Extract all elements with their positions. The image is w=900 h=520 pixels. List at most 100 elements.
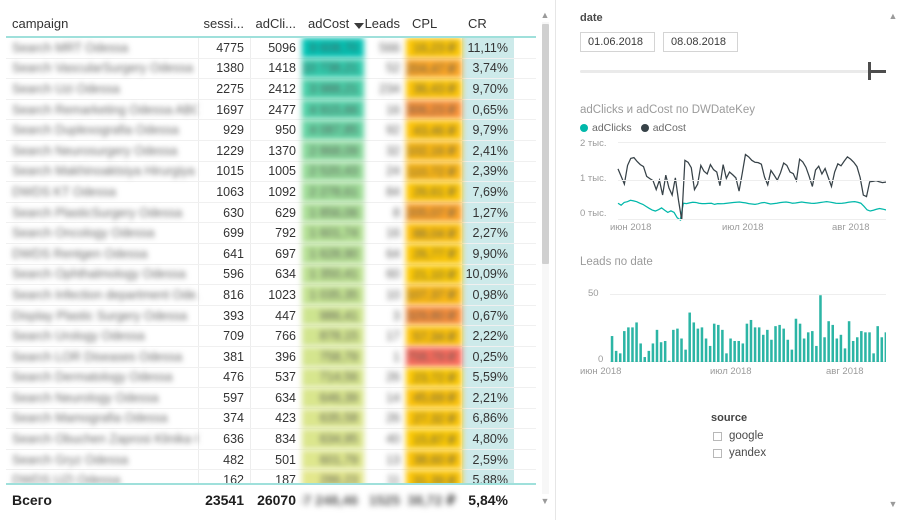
column-header-cr[interactable]: CR xyxy=(462,16,514,36)
bar[interactable] xyxy=(872,353,875,362)
bar[interactable] xyxy=(766,329,769,362)
bar[interactable] xyxy=(864,332,867,362)
bar[interactable] xyxy=(770,339,773,362)
bar[interactable] xyxy=(843,348,847,362)
table-row[interactable]: DWDS Rentgen Odessa 641 697 1 628,90 64 26,77… xyxy=(6,243,536,265)
legend-item-adclicks[interactable]: adClicks xyxy=(580,122,632,134)
date-slider-track[interactable] xyxy=(580,70,880,73)
bar[interactable] xyxy=(725,353,728,362)
bar[interactable] xyxy=(794,318,798,362)
bar[interactable] xyxy=(704,338,708,362)
bar[interactable] xyxy=(860,331,863,362)
table-row[interactable]: Search Obuchen Zaprosi Klinika O... 636 83… xyxy=(6,429,536,450)
bar[interactable] xyxy=(631,327,634,362)
table-row[interactable]: Search VascularSurgery Odessa 1380 1418 10 … xyxy=(6,58,536,80)
date-to-input[interactable]: 08.08.2018 xyxy=(663,32,738,52)
page-vertical-scrollbar[interactable]: ▲ ▼ xyxy=(886,0,900,520)
bar[interactable] xyxy=(880,337,884,362)
checkbox-icon-google[interactable] xyxy=(713,431,722,441)
bar[interactable] xyxy=(790,349,794,362)
bar[interactable] xyxy=(667,360,671,362)
table-row[interactable]: Search Urology Odessa 709 766 878,15 17 57,34… xyxy=(6,326,536,347)
bar[interactable] xyxy=(672,329,675,362)
bar[interactable] xyxy=(680,338,683,362)
source-option-google[interactable]: google xyxy=(713,430,764,442)
bar[interactable] xyxy=(876,326,879,362)
bar[interactable] xyxy=(639,343,642,362)
bar[interactable] xyxy=(627,327,630,362)
bar[interactable] xyxy=(753,327,757,362)
bar[interactable] xyxy=(737,340,740,362)
table-vertical-scrollbar[interactable]: ▲ ▼ xyxy=(539,8,551,508)
bar[interactable] xyxy=(663,340,667,362)
bar[interactable] xyxy=(659,342,663,362)
table-row[interactable]: DWDS UZI Odessa 162 187 286,23 11 31,39 ₽5,88… xyxy=(6,470,536,483)
table-row[interactable]: Search Duplexografia Odessa 929 950 4 087,8… xyxy=(6,120,536,141)
bar[interactable] xyxy=(802,338,806,362)
bar[interactable] xyxy=(700,327,704,362)
bar[interactable] xyxy=(782,328,785,362)
table-row[interactable]: Search Remarketing Odessa ABC... 1697 2477… xyxy=(6,99,536,121)
bar[interactable] xyxy=(827,321,830,362)
legend-item-adcost[interactable]: adCost xyxy=(640,122,686,134)
page-scroll-down-icon[interactable]: ▼ xyxy=(886,496,900,512)
table-row[interactable]: DWDS KT Odessa 1063 1092 2 278,61 84 26,61 ₽7… xyxy=(6,182,536,203)
bar[interactable] xyxy=(855,337,859,362)
column-header-adclicks[interactable]: adCli... xyxy=(250,16,302,36)
bar[interactable] xyxy=(757,327,761,362)
bar[interactable] xyxy=(721,329,724,362)
bar[interactable] xyxy=(688,312,691,362)
bar[interactable] xyxy=(643,357,646,362)
bar[interactable] xyxy=(696,328,700,362)
date-slicer[interactable]: date 01.06.2018 08.08.2018 xyxy=(580,12,896,84)
column-header-adcost[interactable]: adCost xyxy=(302,16,364,36)
bar[interactable] xyxy=(655,329,659,362)
table-row[interactable]: Search Infection department Ode... 816 102… xyxy=(6,285,536,306)
table-row[interactable]: Search Mamografia Odessa 374 423 635,58 26 27… xyxy=(6,408,536,430)
table-row[interactable]: Search MRT Odessa 4775 5096 9 608,70 566 16,2… xyxy=(6,38,536,59)
bar[interactable] xyxy=(851,340,855,362)
bar[interactable] xyxy=(839,334,843,362)
bar[interactable] xyxy=(835,338,839,362)
bar[interactable] xyxy=(778,324,781,362)
table-row[interactable]: Search PlasticSurgery Odessa 630 629 1 856,… xyxy=(6,202,536,224)
scrollbar-thumb[interactable] xyxy=(542,24,549,264)
table-row[interactable]: Search Neurology Odessa 597 634 646,39 14 45,… xyxy=(6,388,536,409)
table-body[interactable]: Search MRT Odessa 4775 5096 9 608,70 566 16,2… xyxy=(6,38,536,483)
bar[interactable] xyxy=(647,350,651,362)
bar-chart-visual[interactable]: Leads по date 50 0 июн 2018 июл 2018 авг… xyxy=(580,256,892,380)
scroll-down-icon[interactable]: ▼ xyxy=(539,494,551,508)
line-chart-legend[interactable]: adClicks adCost xyxy=(580,122,686,134)
bar[interactable] xyxy=(761,334,765,362)
date-from-input[interactable]: 01.06.2018 xyxy=(580,32,655,52)
table-row[interactable]: Search Oncology Odessa 699 792 1 601,74 16 88… xyxy=(6,223,536,244)
bar[interactable] xyxy=(717,324,720,362)
bar[interactable] xyxy=(618,353,622,362)
table-row[interactable]: Search Gryz Odessa 482 501 601,79 13 38,60 ₽2… xyxy=(6,449,536,471)
bar[interactable] xyxy=(741,343,745,362)
column-header-leads[interactable]: Leads xyxy=(364,16,406,36)
bar[interactable] xyxy=(774,326,777,362)
bar[interactable] xyxy=(712,323,716,362)
bar[interactable] xyxy=(745,323,749,362)
bar[interactable] xyxy=(692,322,696,362)
table-row[interactable]: Search Dermatology Odessa 476 537 714,56 26 2… xyxy=(6,367,536,389)
bar[interactable] xyxy=(651,343,655,362)
checkbox-icon-yandex[interactable] xyxy=(713,448,722,458)
bar[interactable] xyxy=(729,338,732,362)
scroll-up-icon[interactable]: ▲ xyxy=(539,8,551,22)
source-option-yandex[interactable]: yandex xyxy=(713,447,766,459)
bar[interactable] xyxy=(623,331,626,362)
table-row[interactable]: Search Ophthalmology Odessa 596 634 1 350,4… xyxy=(6,264,536,286)
bar[interactable] xyxy=(823,337,826,362)
bar[interactable] xyxy=(811,331,814,362)
bar[interactable] xyxy=(798,323,802,362)
bar[interactable] xyxy=(847,321,851,362)
bar[interactable] xyxy=(614,350,618,362)
bar[interactable] xyxy=(786,339,790,362)
bar[interactable] xyxy=(819,295,822,362)
page-scroll-up-icon[interactable]: ▲ xyxy=(886,8,900,24)
date-slider-handle-left[interactable] xyxy=(868,62,871,80)
source-slicer[interactable]: source google yandex xyxy=(711,412,871,476)
table-row[interactable]: Search Uzi Odessa 2275 2412 3 988,21 234 36,4… xyxy=(6,79,536,100)
